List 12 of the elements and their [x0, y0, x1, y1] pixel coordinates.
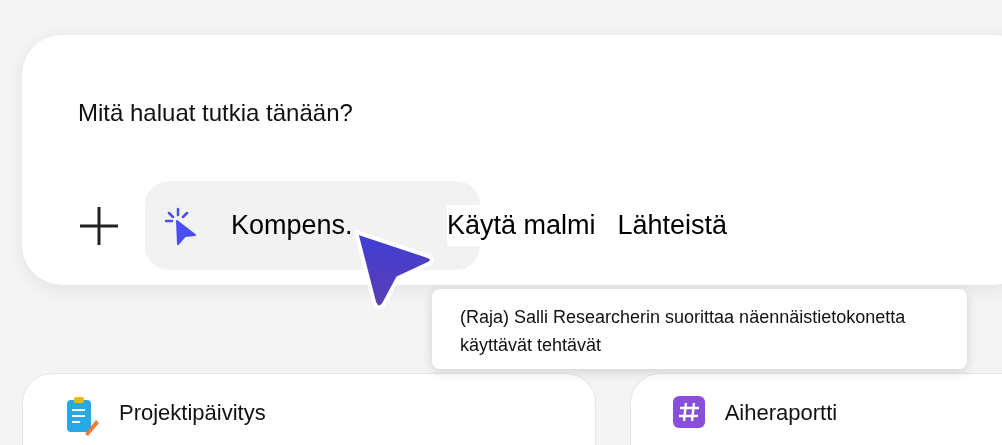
- prompt-field[interactable]: Mitä haluat tutkia tänään?: [78, 95, 678, 131]
- card-title: Aiheraportti: [724, 399, 838, 427]
- notepad-icon: [65, 396, 99, 436]
- plus-icon: [78, 204, 120, 247]
- add-button[interactable]: [78, 204, 120, 247]
- tooltip: (Raja) Salli Researcherin suorittaa näennäistietokonetta käyttävät tehtävät: [432, 289, 967, 369]
- card-title: Projektipäivitys: [119, 399, 266, 427]
- hash-icon: [672, 396, 705, 428]
- click-cursor-icon: [165, 206, 197, 245]
- template-card[interactable]: Aiheraportti: [629, 373, 1002, 445]
- option-label[interactable]: Käytä malmi: [447, 205, 596, 246]
- template-card[interactable]: Projektipäivitys: [22, 373, 596, 445]
